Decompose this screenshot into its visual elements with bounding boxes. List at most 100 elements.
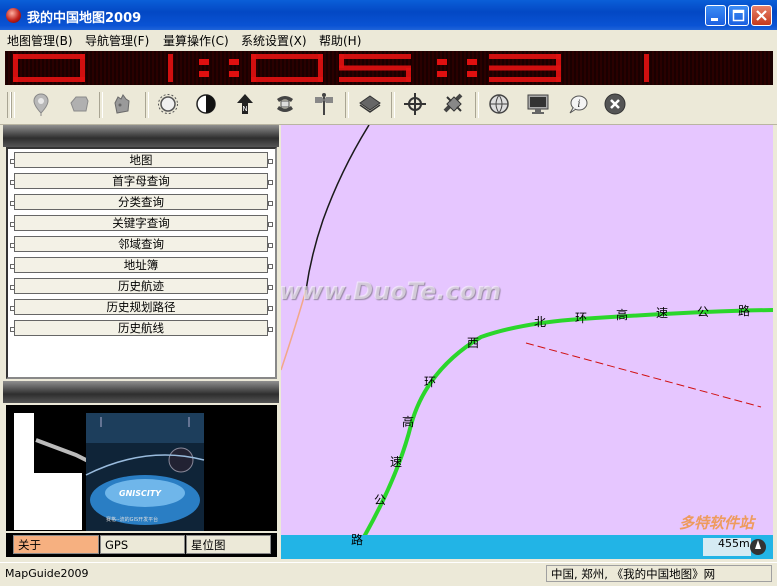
led-segment <box>489 77 561 82</box>
road-label: 速 <box>390 455 403 469</box>
road-label: 公 <box>374 493 387 507</box>
left-panel: 地图 首字母查询 分类查询 关键字查询 邻域查询 地址簿 历史航迹 历史规划路径… <box>3 125 279 559</box>
tab-about[interactable]: 关于 <box>13 535 99 554</box>
history-line-button[interactable]: 历史航线 <box>10 320 273 336</box>
hand-pan-icon[interactable] <box>107 89 137 119</box>
toolbar-grip <box>11 92 15 118</box>
address-book-label: 地址簿 <box>123 258 159 272</box>
query-initial-label: 首字母查询 <box>112 174 170 188</box>
scale-label: 455m <box>718 537 750 550</box>
history-line-label: 历史航线 <box>118 321 164 335</box>
map-route-line <box>525 342 762 408</box>
road-label: 高 <box>402 415 415 429</box>
road-label: 西 <box>467 336 480 350</box>
moon-icon[interactable] <box>191 89 221 119</box>
toolbar-separator <box>391 92 395 118</box>
road-label: 高 <box>616 308 629 322</box>
sun-icon[interactable] <box>153 89 183 119</box>
led-digit <box>251 54 323 82</box>
query-neighborhood-button[interactable]: 邻域查询 <box>10 236 273 252</box>
status-bar: MapGuide2009 中国, 郑州, 《我的中国地图》网 <box>0 562 777 586</box>
history-track-label: 历史航迹 <box>118 279 164 293</box>
query-initial-button[interactable]: 首字母查询 <box>10 173 273 189</box>
query-keyword-label: 关键字查询 <box>112 216 170 230</box>
close-button[interactable] <box>751 5 772 26</box>
led-clock-display <box>5 51 773 85</box>
rotate-map-icon[interactable] <box>270 89 300 119</box>
crosshair-icon[interactable] <box>400 89 430 119</box>
led-segment <box>168 54 173 68</box>
led-segment <box>644 68 649 82</box>
map-road-line <box>305 125 370 291</box>
status-app-name: MapGuide2009 <box>5 567 89 580</box>
site-logo: 多特软件站 <box>679 514 755 532</box>
map-view[interactable]: 北 环 高 速 公 路 西 环 高 速 公 路 www.DuoTe.com 多特… <box>281 125 773 559</box>
maximize-button[interactable] <box>728 5 749 26</box>
query-keyword-button[interactable]: 关键字查询 <box>10 215 273 231</box>
menu-help[interactable]: 帮助(H) <box>319 32 361 49</box>
led-segment <box>13 77 85 82</box>
led-clock-digits <box>5 51 770 85</box>
led-segment <box>339 54 411 59</box>
led-segment <box>13 54 18 68</box>
menu-navigation[interactable]: 导航管理(F) <box>85 32 149 49</box>
layers-icon[interactable] <box>355 89 385 119</box>
road-label: 路 <box>738 304 751 318</box>
watermark: www.DuoTe.com <box>281 277 501 305</box>
minimize-button[interactable] <box>705 5 726 26</box>
toolbar-separator <box>145 92 149 118</box>
address-book-button[interactable]: 地址簿 <box>10 257 273 273</box>
panel-header <box>3 125 279 147</box>
svg-text:i: i <box>577 99 580 110</box>
panel-divider-header <box>3 381 279 403</box>
map-canvas <box>281 125 773 559</box>
bottom-tab-strip: 关于 GPS 星位图 <box>6 533 277 557</box>
history-track-button[interactable]: 历史航迹 <box>10 278 273 294</box>
history-route-button[interactable]: 历史规划路径 <box>10 299 273 315</box>
menu-measure[interactable]: 量算操作(C) <box>163 32 229 49</box>
query-map-button[interactable]: 地图 <box>10 152 273 168</box>
query-category-button[interactable]: 分类查询 <box>10 194 273 210</box>
led-segment <box>251 77 323 82</box>
globe-icon[interactable] <box>484 89 514 119</box>
title-bar: 我的中国地图2009 <box>0 0 777 30</box>
led-segment <box>251 54 323 59</box>
monitor-icon[interactable] <box>523 89 553 119</box>
led-segment <box>489 65 561 71</box>
led-segment <box>339 65 411 71</box>
led-segment <box>339 77 411 82</box>
led-segment <box>318 54 323 68</box>
signpost-icon[interactable] <box>309 89 339 119</box>
query-map-label: 地图 <box>129 153 153 167</box>
road-label: 速 <box>656 306 669 320</box>
app-icon[interactable] <box>6 8 21 23</box>
led-digit <box>489 54 561 82</box>
led-segment <box>168 68 173 82</box>
road-label: 环 <box>575 311 588 325</box>
led-segment <box>251 68 256 82</box>
north-arrow-icon[interactable]: N <box>230 89 260 119</box>
query-category-label: 分类查询 <box>118 195 164 209</box>
led-digit <box>168 54 173 82</box>
toolbar: N i <box>0 86 777 125</box>
query-list: 地图 首字母查询 分类查询 关键字查询 邻域查询 地址簿 历史航迹 历史规划路径… <box>6 147 277 379</box>
satellite-icon[interactable] <box>439 89 469 119</box>
tab-star-chart[interactable]: 星位图 <box>186 535 271 554</box>
menu-settings[interactable]: 系统设置(X) <box>241 32 307 49</box>
menu-map-management[interactable]: 地图管理(B) <box>7 32 73 49</box>
toolbar-separator <box>475 92 479 118</box>
pin-icon[interactable] <box>26 89 56 119</box>
road-label: 公 <box>697 305 710 319</box>
led-segment <box>489 54 561 59</box>
close-circle-icon[interactable] <box>600 89 630 119</box>
info-icon[interactable]: i <box>563 89 593 119</box>
query-neighborhood-label: 邻域查询 <box>118 237 164 251</box>
hand-icon[interactable] <box>64 89 94 119</box>
toolbar-separator <box>345 92 349 118</box>
led-segment <box>80 54 85 68</box>
led-segment <box>13 68 18 82</box>
preview-image <box>6 405 277 531</box>
led-segment <box>644 54 649 68</box>
road-label: 路 <box>351 533 364 547</box>
tab-gps[interactable]: GPS <box>100 535 185 554</box>
